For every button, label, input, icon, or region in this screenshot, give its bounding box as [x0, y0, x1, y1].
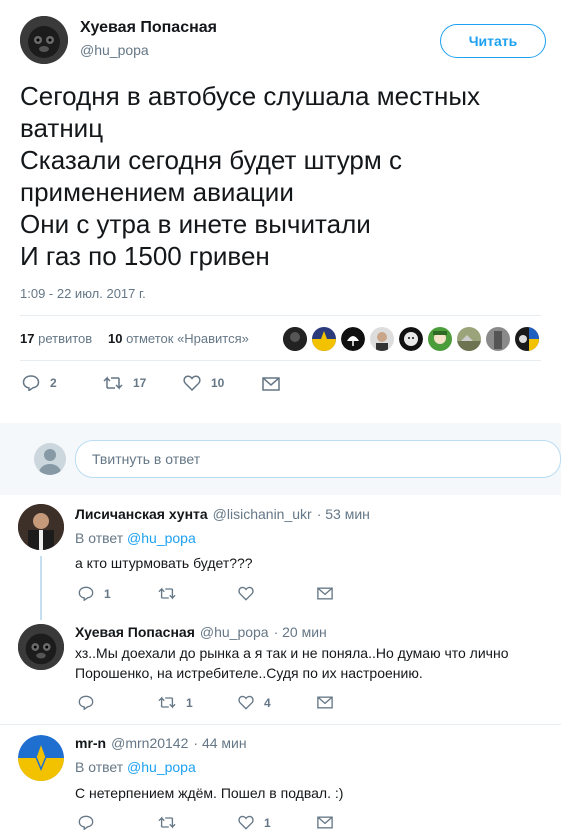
retweet-action[interactable]: 17 — [103, 375, 146, 391]
reply-author-name[interactable]: Лисичанская хунта — [75, 506, 208, 522]
like-count: 1 — [264, 815, 271, 830]
tweet-text: Сегодня в автобусе слушала местных ватни… — [20, 80, 540, 272]
author-handle[interactable]: @hu_popa — [80, 42, 149, 58]
reply-text: а кто штурмовать будет??? — [75, 555, 253, 571]
message-icon — [317, 587, 333, 600]
tweet-line: И газ по 1500 гривен — [20, 241, 270, 271]
reply-header: Лисичанская хунта @lisichanin_ukr · 53 м… — [75, 506, 370, 522]
retweet-count: 17 — [133, 376, 147, 390]
in-reply-to: В ответ @hu_popa — [75, 530, 196, 546]
retweet-icon — [103, 376, 123, 390]
tweet-timestamp[interactable]: 1:09 - 22 июл. 2017 г. — [20, 286, 146, 301]
reply-action[interactable]: 1 — [78, 586, 111, 601]
reply-author-name[interactable]: Хуевая Попасная — [75, 624, 195, 640]
reply-time[interactable]: · 20 мин — [274, 624, 327, 640]
like-action[interactable]: 4 — [238, 695, 271, 710]
message-action[interactable] — [317, 696, 333, 709]
liker-avatar[interactable] — [312, 327, 336, 351]
message-icon — [317, 816, 333, 829]
reply-text: хз..Мы доехали до рынка а я так и не пон… — [75, 645, 509, 681]
message-action[interactable] — [317, 587, 333, 600]
liker-avatar[interactable] — [486, 327, 510, 351]
reply-text: С нетерпением ждём. Пошел в подвал. :) — [75, 785, 344, 801]
reply-action[interactable] — [78, 815, 94, 830]
reply-icon — [78, 815, 94, 830]
reply-author-name[interactable]: mr-n — [75, 735, 106, 751]
reply-author-handle[interactable]: @mrn20142 — [111, 735, 188, 751]
tweet-line: Сегодня в автобусе слушала местных — [20, 81, 481, 111]
reply-placeholder: Твитнуть в ответ — [92, 451, 201, 467]
liker-avatar[interactable] — [428, 327, 452, 351]
in-reply-to: В ответ @hu_popa — [75, 759, 196, 775]
likes-stat[interactable]: 10 отметок «Нравится» — [108, 331, 249, 346]
tweet-line: применением авиации — [20, 177, 294, 207]
thread-line — [40, 556, 42, 620]
like-count: 4 — [264, 695, 271, 710]
reply-count: 1 — [104, 586, 111, 601]
reply-avatar[interactable] — [18, 735, 64, 781]
liker-avatar[interactable] — [399, 327, 423, 351]
reply-avatar[interactable] — [18, 504, 64, 550]
like-icon — [183, 375, 201, 391]
reply-input[interactable]: Твитнуть в ответ — [75, 440, 561, 478]
retweet-action[interactable] — [158, 815, 176, 830]
liker-avatar[interactable] — [515, 327, 539, 351]
like-action[interactable] — [238, 586, 254, 601]
reply-author-handle[interactable]: @hu_popa — [200, 624, 269, 640]
liker-avatar[interactable] — [457, 327, 481, 351]
retweet-icon — [158, 696, 176, 709]
reply-time[interactable]: · 53 мин — [317, 506, 370, 522]
tweet-line: Они с утра в инете вычитали — [20, 209, 371, 239]
user-avatar-placeholder — [34, 443, 66, 475]
tweet-line: ватниц — [20, 113, 104, 143]
divider — [20, 360, 541, 361]
message-action[interactable] — [262, 377, 280, 391]
retweets-stat[interactable]: 17 ретвитов — [20, 331, 92, 346]
reply-author-handle[interactable]: @lisichanin_ukr — [213, 506, 312, 522]
retweet-icon — [158, 587, 176, 600]
like-icon — [238, 695, 254, 710]
like-icon — [238, 586, 254, 601]
reply-header: Хуевая Попасная @hu_popa · 20 мин — [75, 624, 327, 640]
retweet-icon — [158, 816, 176, 829]
in-reply-handle-link[interactable]: @hu_popa — [127, 759, 196, 775]
follow-button[interactable]: Читать — [440, 24, 546, 58]
author-avatar[interactable] — [20, 16, 68, 64]
message-icon — [317, 696, 333, 709]
reply-action[interactable] — [78, 695, 94, 710]
like-icon — [238, 815, 254, 830]
reply-count: 2 — [50, 376, 57, 390]
message-action[interactable] — [317, 816, 333, 829]
retweets-label: ретвитов — [38, 331, 93, 346]
retweet-count: 1 — [186, 695, 193, 710]
retweets-count: 17 — [20, 331, 35, 346]
liker-avatar[interactable] — [341, 327, 365, 351]
divider — [0, 724, 561, 725]
in-reply-prefix: В ответ — [75, 530, 124, 546]
author-name[interactable]: Хуевая Попасная — [80, 19, 217, 37]
likes-label: отметок «Нравится» — [126, 331, 249, 346]
liker-avatar[interactable] — [370, 327, 394, 351]
tweet-line: Сказали сегодня будет штурм с — [20, 145, 402, 175]
divider — [20, 315, 541, 316]
in-reply-handle-link[interactable]: @hu_popa — [127, 530, 196, 546]
reply-icon — [78, 586, 94, 601]
likes-count: 10 — [108, 331, 123, 346]
liker-avatar[interactable] — [283, 327, 307, 351]
reply-icon — [22, 375, 40, 391]
retweet-action[interactable]: 1 — [158, 695, 193, 710]
message-icon — [262, 377, 280, 391]
like-count: 10 — [211, 376, 225, 390]
reply-icon — [78, 695, 94, 710]
like-action[interactable]: 10 — [183, 375, 224, 391]
reply-avatar[interactable] — [18, 624, 64, 670]
reply-action[interactable]: 2 — [22, 375, 57, 391]
retweet-action[interactable] — [158, 586, 176, 601]
reply-time[interactable]: · 44 мин — [193, 735, 246, 751]
reply-header: mr-n @mrn20142 · 44 мин — [75, 735, 247, 751]
in-reply-prefix: В ответ — [75, 759, 124, 775]
like-action[interactable]: 1 — [238, 815, 271, 830]
